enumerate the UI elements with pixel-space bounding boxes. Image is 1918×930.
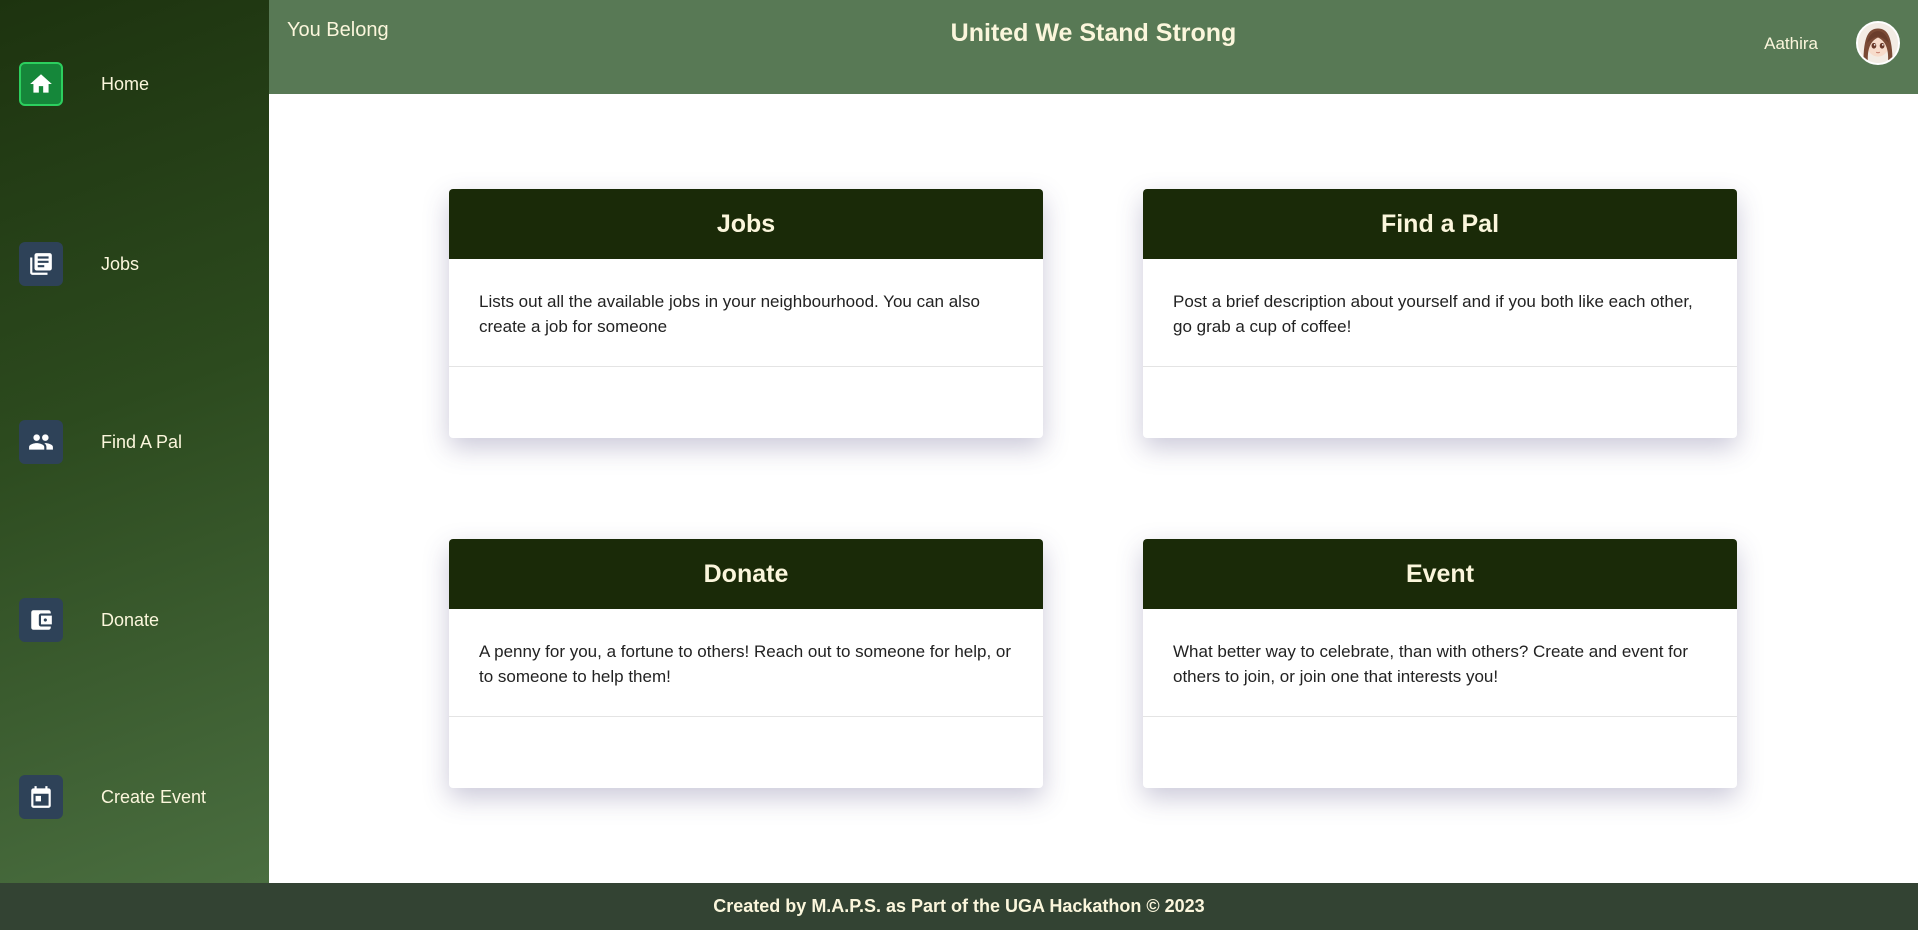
sidebar-item-label: Jobs: [101, 253, 140, 274]
card-description: Post a brief description about yourself …: [1143, 259, 1737, 367]
card-event[interactable]: Event What better way to celebrate, than…: [1143, 539, 1737, 788]
card-donate[interactable]: Donate A penny for you, a fortune to oth…: [449, 539, 1043, 788]
card-title: Jobs: [449, 189, 1043, 259]
sidebar-item-create-event[interactable]: Create Event: [19, 775, 206, 819]
page-title: United We Stand Strong: [950, 19, 1237, 47]
card-title: Donate: [449, 539, 1043, 609]
card-jobs[interactable]: Jobs Lists out all the available jobs in…: [449, 189, 1043, 438]
sidebar-item-jobs[interactable]: Jobs: [19, 242, 139, 286]
card-description: A penny for you, a fortune to others! Re…: [449, 609, 1043, 717]
card-find-a-pal[interactable]: Find a Pal Post a brief description abou…: [1143, 189, 1737, 438]
footer-text: Created by M.A.P.S. as Part of the UGA H…: [713, 896, 1205, 916]
footer: Created by M.A.P.S. as Part of the UGA H…: [0, 883, 1918, 930]
sidebar-item-label: Create Event: [101, 786, 207, 807]
sidebar-item-label: Donate: [101, 609, 160, 630]
app-root: Home Jobs Find A Pal Donate Create Event: [0, 0, 1918, 930]
card-description: Lists out all the available jobs in your…: [449, 259, 1043, 367]
wallet-icon: [19, 598, 63, 642]
people-icon: [19, 420, 63, 464]
user-name[interactable]: Aathira: [1764, 34, 1818, 54]
sidebar-item-label: Find A Pal: [101, 431, 183, 452]
sidebar: Home Jobs Find A Pal Donate Create Event: [0, 0, 269, 883]
home-icon: [19, 62, 63, 106]
newspaper-icon: [19, 242, 63, 286]
sidebar-item-label: Home: [101, 73, 150, 94]
avatar-icon: [1858, 23, 1898, 63]
sidebar-item-find-a-pal[interactable]: Find A Pal: [19, 420, 182, 464]
sidebar-item-home[interactable]: Home: [19, 62, 149, 106]
card-title: Event: [1143, 539, 1737, 609]
top-header: You Belong United We Stand Strong Aathir…: [269, 0, 1918, 94]
card-description: What better way to celebrate, than with …: [1143, 609, 1737, 717]
avatar[interactable]: [1856, 21, 1900, 65]
calendar-icon: [19, 775, 63, 819]
card-title: Find a Pal: [1143, 189, 1737, 259]
sidebar-item-donate[interactable]: Donate: [19, 598, 159, 642]
